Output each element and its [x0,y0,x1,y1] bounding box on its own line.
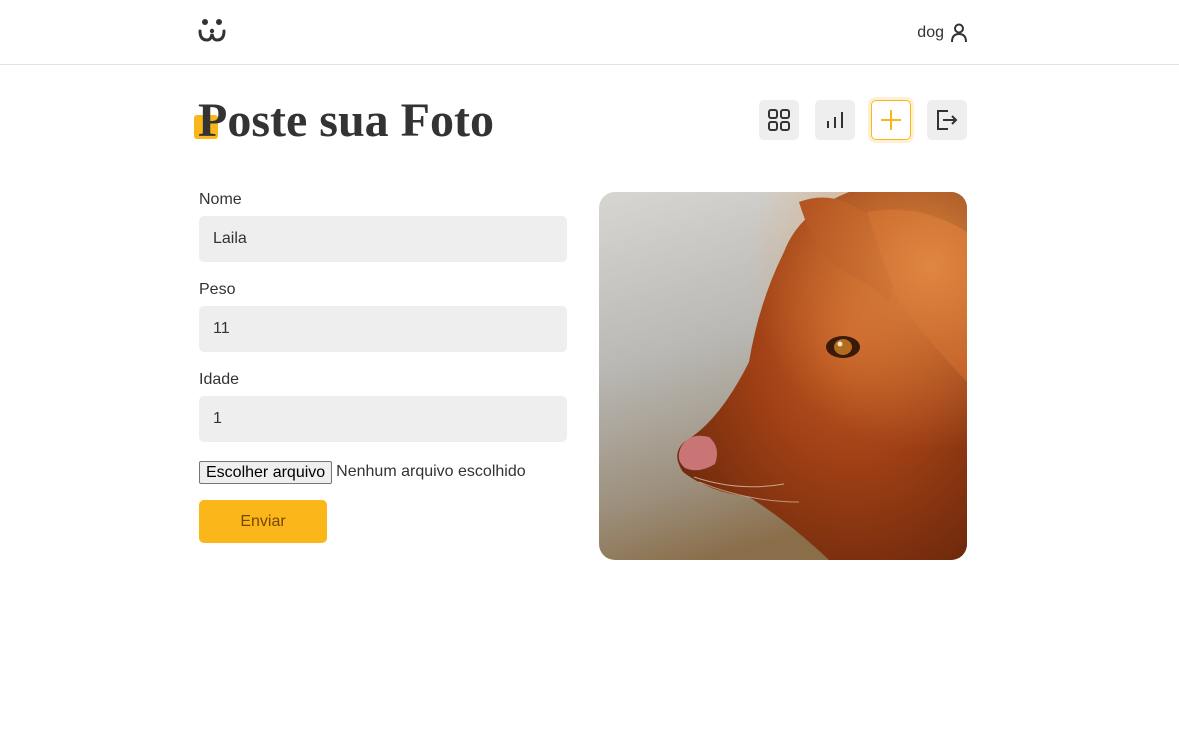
choose-file-button[interactable]: Escolher arquivo [199,460,333,484]
user-account-link[interactable]: dog [917,21,968,45]
submit-button[interactable]: Enviar [199,500,327,543]
logout-icon [937,110,958,130]
peso-label: Peso [199,281,236,298]
dog-logo-icon[interactable] [198,18,228,44]
nav-post-button[interactable] [871,100,911,140]
bar-chart-icon [827,112,843,128]
nome-input[interactable]: Laila [199,216,567,262]
user-icon [951,23,967,43]
nav-logout-button[interactable] [927,100,967,140]
site-header: dog [0,0,1179,65]
file-status-text: Nenhum arquivo escolhido [336,463,526,480]
nav-stats-button[interactable] [815,100,855,140]
dog-photo-image [599,192,967,560]
username-label: dog [917,24,944,41]
photo-preview [599,192,967,560]
idade-label: Idade [199,371,240,388]
peso-input[interactable]: 11 [199,306,567,352]
page-title: Poste sua Foto [198,94,494,147]
post-photo-form: Nome Laila Peso 11 Idade 1 Escolher arqu… [199,190,567,543]
plus-icon [881,110,901,130]
nome-label: Nome [199,191,242,208]
grid-icon [768,109,790,131]
file-input: Escolher arquivo Nenhum arquivo escolhid… [199,460,567,484]
page-title-block: Poste sua Foto [194,94,494,147]
idade-input[interactable]: 1 [199,396,567,442]
user-nav [759,100,967,140]
nav-feed-button[interactable] [759,100,799,140]
